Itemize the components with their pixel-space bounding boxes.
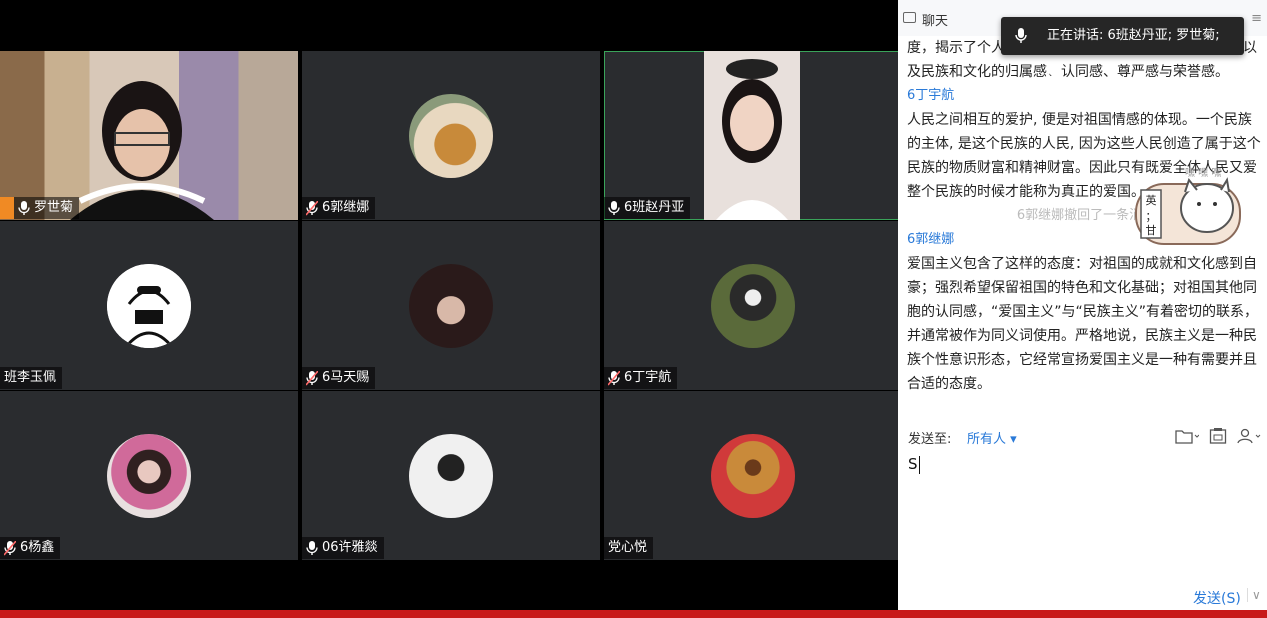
participant-name: 班李玉佩	[4, 370, 57, 385]
microphone-icon	[306, 200, 318, 216]
microphone-icon	[306, 370, 318, 386]
send-to-row: 发送至: 所有人 ▾	[908, 428, 1263, 450]
participant-name-tag: 06许雅燚	[302, 537, 384, 559]
camera-video-feed	[704, 51, 800, 220]
send-button[interactable]: 发送(S)	[1193, 588, 1241, 608]
send-to-value: 所有人	[967, 432, 1007, 447]
participant-tile[interactable]: 6马天赐	[302, 221, 600, 390]
message-text: 爱国主义包含了这样的态度：对祖国的成就和文化感到自豪；强烈希望保留祖国的特色和文…	[907, 256, 1259, 392]
participant-grid: 罗世菊 6郭继娜 6班赵丹亚班李玉佩 6马天赐 6丁宇航 6杨鑫 06许雅燚 党心悦	[0, 51, 902, 561]
participant-name: 6马天赐	[322, 370, 370, 385]
microphone-icon	[608, 370, 620, 386]
send-to-label: 发送至:	[908, 432, 952, 447]
chat-title: 聊天	[922, 14, 949, 29]
masked-boy-photo-avatar	[409, 433, 493, 518]
participant-name-tag: 班李玉佩	[0, 367, 63, 389]
participant-name: 6班赵丹亚	[624, 200, 685, 215]
participant-name-tag: 6丁宇航	[604, 367, 678, 389]
participant-name-tag: 6班赵丹亚	[604, 197, 691, 219]
microphone-icon	[18, 200, 30, 215]
text-caret	[918, 455, 920, 474]
chat-input[interactable]: S	[908, 455, 1258, 585]
menu-icon[interactable]: ≡	[1251, 11, 1262, 26]
participant-name-tag: 6郭继娜	[302, 197, 376, 219]
send-options-chevron-icon[interactable]: ∨	[1247, 588, 1261, 602]
microphone-icon	[306, 540, 318, 555]
send-to-select[interactable]: 所有人 ▾	[967, 428, 1017, 447]
participant-name: 6郭继娜	[322, 200, 370, 215]
participant-tile[interactable]: 6杨鑫	[0, 391, 298, 560]
video-area: 罗世菊 6郭继娜 6班赵丹亚班李玉佩 6马天赐 6丁宇航 6杨鑫 06许雅燚 党心悦	[0, 0, 902, 610]
speaking-text: 正在讲话: 6班赵丹亚; 罗世菊; 0...	[1047, 28, 1220, 81]
participant-tile[interactable]: 06许雅燚	[302, 391, 600, 560]
participant-tile[interactable]: 6郭继娜	[302, 51, 600, 220]
taskbar-strip	[0, 610, 1267, 618]
participant-tile[interactable]: 班李玉佩	[0, 221, 298, 390]
svg-text:甘: 甘	[1146, 224, 1157, 237]
participant-tile[interactable]: 6班赵丹亚	[604, 51, 902, 220]
participant-name-tag: 6杨鑫	[0, 537, 61, 559]
participant-tile[interactable]: 党心悦	[604, 391, 902, 560]
participant-tile[interactable]: 罗世菊	[0, 51, 298, 220]
microphone-icon	[608, 200, 620, 215]
microphone-icon	[4, 540, 16, 556]
microphone-icon	[1015, 28, 1027, 43]
screenshot-icon[interactable]	[1209, 428, 1227, 444]
folder-icon[interactable]	[1175, 428, 1199, 444]
participant-name: 6杨鑫	[20, 540, 55, 555]
participant-name: 罗世菊	[34, 200, 74, 215]
participant-name: 6丁宇航	[624, 370, 672, 385]
speaking-indicator: 正在讲话: 6班赵丹亚; 罗世菊; 0...	[1001, 17, 1244, 81]
user-icon[interactable]	[1237, 428, 1261, 444]
participant-name: 06许雅燚	[322, 540, 378, 555]
chat-input-value: S	[908, 455, 918, 473]
svg-text:嘿 嘿 嘿: 嘿 嘿 嘿	[1185, 167, 1221, 179]
bear-photo-avatar	[711, 433, 795, 518]
heart-hands-photo-avatar	[711, 263, 795, 348]
girl-dark-photo-avatar	[409, 263, 493, 348]
participant-name-tag: 6马天赐	[302, 367, 376, 389]
cat-sticker: 英 ； 甘 嘿 嘿 嘿	[1135, 167, 1241, 245]
chat-icon	[903, 12, 916, 23]
participant-name-tag: 党心悦	[604, 537, 654, 559]
participant-tile[interactable]: 6丁宇航	[604, 221, 902, 390]
svg-text:；: ；	[1146, 210, 1157, 223]
participant-name-tag: 罗世菊	[14, 197, 80, 219]
camera-video-feed	[70, 81, 214, 220]
pink-girl-photo-avatar	[107, 433, 191, 518]
host-badge	[0, 197, 14, 219]
svg-text:英: 英	[1146, 193, 1157, 207]
cartoon-sketch-avatar	[107, 263, 191, 348]
dog-photo-avatar	[409, 93, 493, 178]
participant-name: 党心悦	[608, 540, 648, 555]
